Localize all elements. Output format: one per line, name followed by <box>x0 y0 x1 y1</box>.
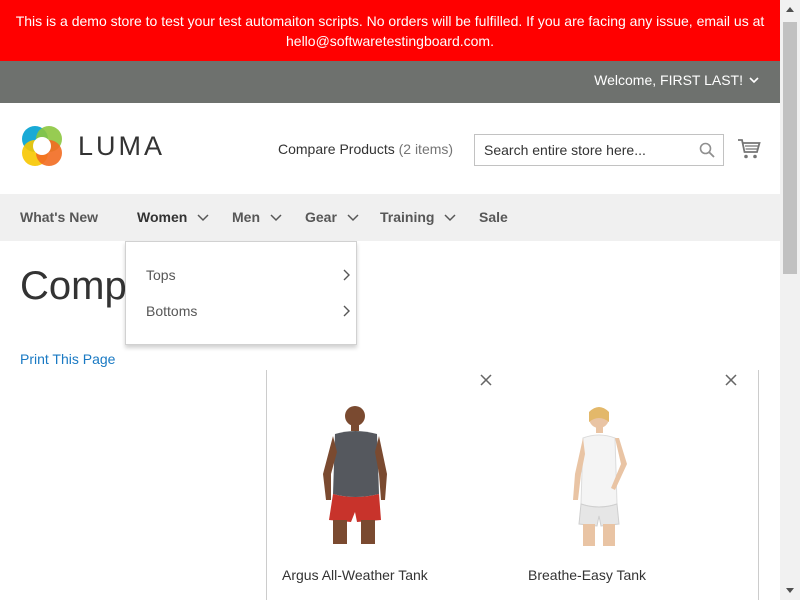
product-image[interactable] <box>537 404 667 546</box>
print-page-link[interactable]: Print This Page <box>20 351 115 367</box>
submenu-item-label: Bottoms <box>146 303 198 319</box>
chevron-down-icon <box>270 214 282 222</box>
close-icon[interactable] <box>479 373 493 387</box>
scrollbar-thumb[interactable] <box>783 22 797 274</box>
site-header: LUMA Compare Products (2 items) <box>0 103 780 194</box>
nav-item-label: Training <box>380 209 435 225</box>
nav-item-label: Gear <box>305 209 337 225</box>
scroll-up-arrow-icon[interactable] <box>785 5 795 13</box>
compare-products-label: Compare Products <box>278 141 395 157</box>
nav-item-training[interactable]: Training <box>380 209 456 225</box>
product-name[interactable]: Argus All-Weather Tank <box>282 567 428 583</box>
nav-item-label: Men <box>232 209 260 225</box>
submenu-item-bottoms[interactable]: Bottoms <box>146 303 356 319</box>
chevron-down-icon <box>347 214 359 222</box>
nav-item-sale[interactable]: Sale <box>479 209 508 225</box>
nav-item-label: Women <box>137 209 188 225</box>
demo-notice-line1: This is a demo store to test your test a… <box>15 13 765 29</box>
panel-header: Welcome, FIRST LAST! <box>0 61 780 103</box>
scrollbar[interactable] <box>780 0 800 600</box>
demo-notice-email: hello@softwaretestingboard.com. <box>286 33 494 49</box>
nav-item-women[interactable]: Women <box>137 209 209 225</box>
compare-products-count: (2 items) <box>398 141 454 157</box>
women-submenu: Tops Bottoms <box>125 241 357 345</box>
logo-text: LUMA <box>78 130 166 161</box>
luma-logo-icon <box>22 126 62 166</box>
search-icon[interactable] <box>699 142 715 158</box>
scroll-down-arrow-icon[interactable] <box>785 587 795 595</box>
chevron-down-icon <box>444 214 456 222</box>
close-icon[interactable] <box>724 373 738 387</box>
nav-item-whats-new[interactable]: What's New <box>20 209 98 225</box>
customer-menu-toggle[interactable]: Welcome, FIRST LAST! <box>594 72 759 88</box>
logo[interactable]: LUMA <box>20 124 165 168</box>
comparison-table: Argus All-Weather Tank Breathe-Easy Tank <box>266 370 759 600</box>
search-input[interactable] <box>475 135 685 165</box>
nav-item-label: Sale <box>479 209 508 225</box>
nav-item-men[interactable]: Men <box>232 209 282 225</box>
demo-notice-bar: This is a demo store to test your test a… <box>0 0 780 61</box>
nav-item-label: What's New <box>20 209 99 225</box>
product-image[interactable] <box>293 404 423 546</box>
product-name[interactable]: Breathe-Easy Tank <box>528 567 646 583</box>
submenu-item-label: Tops <box>146 267 176 283</box>
nav-item-gear[interactable]: Gear <box>305 209 359 225</box>
shirt-shape <box>580 434 618 508</box>
main-navigation: What's New Women Men Gear Training Sale <box>0 194 780 241</box>
shirt-shape <box>333 431 379 497</box>
chevron-down-icon <box>197 214 209 222</box>
submenu-item-tops[interactable]: Tops <box>146 267 356 283</box>
shorts-shape <box>329 494 381 522</box>
compare-products-link[interactable]: Compare Products (2 items) <box>278 141 453 157</box>
welcome-text: Welcome, FIRST LAST! <box>594 72 743 88</box>
cart-icon[interactable] <box>737 137 761 161</box>
chevron-down-icon <box>749 77 759 84</box>
chevron-right-icon <box>343 305 350 317</box>
chevron-right-icon <box>343 269 350 281</box>
shorts-shape <box>578 503 620 527</box>
search-box <box>474 134 724 166</box>
